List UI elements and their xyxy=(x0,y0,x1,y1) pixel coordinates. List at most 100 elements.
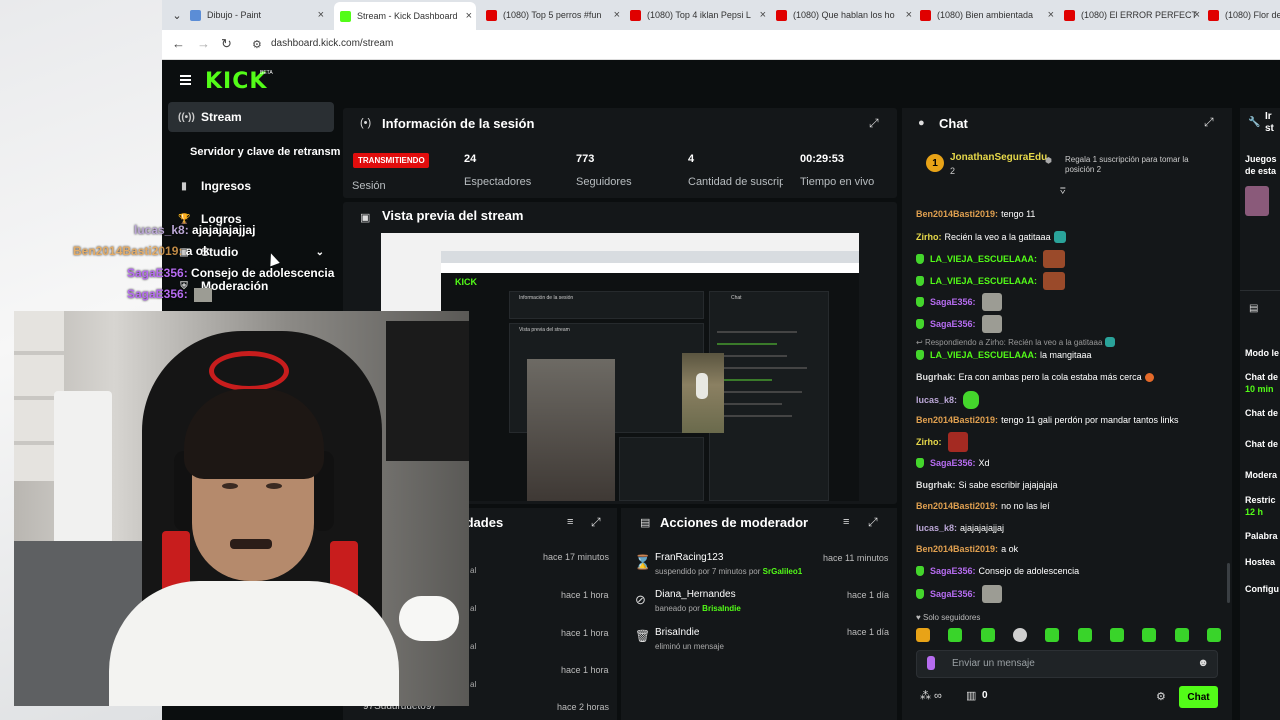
chat-username[interactable]: Zirho: xyxy=(916,437,942,447)
webcam-tv xyxy=(386,321,469,461)
close-tab-icon[interactable]: × xyxy=(1048,9,1054,21)
emote-icon[interactable] xyxy=(916,628,930,642)
expand-icon[interactable]: ⤢ xyxy=(869,116,879,131)
chat-username[interactable]: LA_VIEJA_ESCUELAAA: xyxy=(930,254,1037,264)
chat-username[interactable]: Ben2014Basti2019: xyxy=(916,415,998,425)
reload-icon[interactable]: ↻ xyxy=(221,36,232,52)
stat-value: 00:29:53 xyxy=(800,153,845,165)
browser-tab[interactable]: (1080) El ERROR PERFECT × xyxy=(1064,4,1204,26)
kick-emote-icon[interactable] xyxy=(1109,628,1124,642)
browser-tab[interactable]: (1080) Top 4 iklan Pepsi L × xyxy=(630,4,770,26)
chat-username[interactable]: LA_VIEJA_ESCUELAAA: xyxy=(930,276,1037,286)
chat-username[interactable]: Bugrhak: xyxy=(916,480,956,490)
emote-icon xyxy=(947,432,968,452)
browser-tab-active[interactable]: Stream - Kick Dashboard × xyxy=(334,2,476,30)
chat-username[interactable]: Ben2014Basti2019: xyxy=(916,544,998,554)
chat-username[interactable]: Bugrhak: xyxy=(916,372,956,382)
chat-username[interactable]: SagaE356: xyxy=(930,566,976,576)
close-tab-icon[interactable]: × xyxy=(760,9,766,21)
kick-emote-icon[interactable] xyxy=(980,628,995,642)
chat-username[interactable]: Ben2014Basti2019: xyxy=(916,501,998,511)
expand-icon[interactable]: ⤢ xyxy=(868,515,878,530)
close-tab-icon[interactable]: × xyxy=(466,10,472,22)
chat-message: LA_VIEJA_ESCUELAAA: xyxy=(916,272,1066,290)
sidebar-item-server-key[interactable]: Servidor y clave de retransm xyxy=(190,137,340,167)
kick-emote-icon[interactable] xyxy=(1142,628,1157,642)
close-tab-icon[interactable]: × xyxy=(906,9,912,21)
preview-chat-line xyxy=(717,331,797,333)
tab-label: (1080) Bien ambientada xyxy=(937,10,1034,20)
chat-text: tengo 11 gali perdón por mandar tantos l… xyxy=(1001,415,1179,425)
chat-message: SagaE356: xyxy=(916,585,1002,603)
chevron-down-icon[interactable]: ⌄ xyxy=(316,247,324,258)
preview-session-title: Información de la sesión xyxy=(519,295,574,301)
sidebar-item-income[interactable]: ▮ Ingresos xyxy=(168,171,334,201)
mod-action-by[interactable]: BrisaIndie xyxy=(702,604,741,613)
kick-emote-icon[interactable] xyxy=(948,628,963,642)
emoji-picker-icon[interactable]: ☻ xyxy=(1197,657,1209,669)
divider xyxy=(1240,290,1280,291)
kick-emote-icon[interactable] xyxy=(1045,628,1060,642)
close-tab-icon[interactable]: × xyxy=(1194,9,1200,21)
scroll-down-icon[interactable]: ⩢ xyxy=(1060,186,1065,197)
site-info-icon[interactable]: ⚙ xyxy=(252,38,262,51)
url-field[interactable]: dashboard.kick.com/stream xyxy=(271,38,393,49)
close-tab-icon[interactable]: × xyxy=(614,9,620,21)
beta-label: BETA xyxy=(260,70,273,76)
preview-kick-logo: KICK xyxy=(455,277,477,287)
browser-tab[interactable]: (1080) Top 5 perros #fun × xyxy=(482,4,624,26)
settings-gear-icon[interactable]: ⚙ xyxy=(1156,690,1166,703)
right-panel-item: Chat de xyxy=(1245,372,1279,382)
chat-username[interactable]: Zirho: xyxy=(916,232,942,242)
panel-title: Ir st xyxy=(1265,111,1274,134)
mod-action-desc: suspendido por 7 minutos por SrGalileo1 xyxy=(655,567,802,576)
close-tab-icon[interactable]: × xyxy=(318,9,324,21)
kick-logo[interactable]: KICK xyxy=(205,69,267,94)
filter-icon[interactable]: ≡ xyxy=(567,516,573,528)
activity-sub: al xyxy=(470,642,477,651)
filter-icon[interactable]: ≡ xyxy=(843,516,849,528)
kick-emote-icon[interactable] xyxy=(1077,628,1092,642)
send-chat-button[interactable]: Chat xyxy=(1179,686,1218,708)
chat-username[interactable]: Ben2014Basti2019: xyxy=(916,209,998,219)
chat-message: lucas_k8: xyxy=(916,391,980,409)
trash-icon: 🗑 xyxy=(635,629,651,643)
browser-tab[interactable]: Dibujo - Paint × xyxy=(190,4,328,26)
chat-username[interactable]: SagaE356: xyxy=(930,589,976,599)
back-arrow-icon[interactable]: ← xyxy=(172,36,185,51)
chat-message-input[interactable]: Enviar un mensaje ☻ xyxy=(916,650,1218,678)
hamburger-menu-icon[interactable] xyxy=(180,75,191,85)
mod-action-user[interactable]: BrisaIndie xyxy=(655,627,699,638)
emote-icon[interactable] xyxy=(1012,628,1027,642)
expand-icon[interactable]: ⤢ xyxy=(1204,115,1214,130)
chat-username[interactable]: lucas_k8: xyxy=(916,523,957,533)
browser-tab[interactable]: (1080) Bien ambientada × xyxy=(920,4,1058,26)
chat-message: Bugrhak: Era con ambas pero la cola estab… xyxy=(916,372,1154,382)
browser-tab[interactable]: (1080) Flor de xyxy=(1208,4,1280,26)
mod-action-user[interactable]: FranRacing123 xyxy=(655,552,723,563)
og-badge-icon xyxy=(916,254,924,264)
chat-username[interactable]: SagaE356: xyxy=(930,458,976,468)
chat-reply-reference: ↩ Respondiendo a Zirho: Recién la veo a … xyxy=(916,337,1116,347)
expand-icon[interactable]: ⤢ xyxy=(591,515,601,530)
preview-tab-bar xyxy=(441,251,859,263)
mod-action-by[interactable]: SrGalileo1 xyxy=(763,567,803,576)
chat-username[interactable]: SagaE356: xyxy=(930,319,976,329)
infinity-points-icon[interactable]: ⁂ ∞ xyxy=(920,689,942,702)
forward-arrow-icon[interactable]: → xyxy=(197,36,210,51)
mod-action-user[interactable]: Diana_Hernandes xyxy=(655,589,736,600)
gift-icon[interactable]: ▥ xyxy=(966,689,976,702)
chat-username[interactable]: SagaE356: xyxy=(930,297,976,307)
game-thumbnail[interactable] xyxy=(1245,186,1269,216)
chat-scrollbar[interactable] xyxy=(1227,563,1230,603)
pinned-gifter-name[interactable]: JonathanSeguraEdu xyxy=(950,152,1047,163)
tab-list-chevron-icon[interactable]: ⌄ xyxy=(168,6,186,24)
sidebar-item-stream[interactable]: ((•)) Stream xyxy=(168,102,334,132)
kick-emote-icon[interactable] xyxy=(1174,628,1189,642)
kick-emote-icon[interactable] xyxy=(1206,628,1221,642)
chat-username[interactable]: LA_VIEJA_ESCUELAAA: xyxy=(930,350,1037,360)
stat-value: 4 xyxy=(688,153,695,165)
browser-tab[interactable]: (1080) Que hablan los ho × xyxy=(776,4,916,26)
chat-username[interactable]: lucas_k8: xyxy=(916,395,957,405)
webcam-chair-logo xyxy=(209,351,289,391)
